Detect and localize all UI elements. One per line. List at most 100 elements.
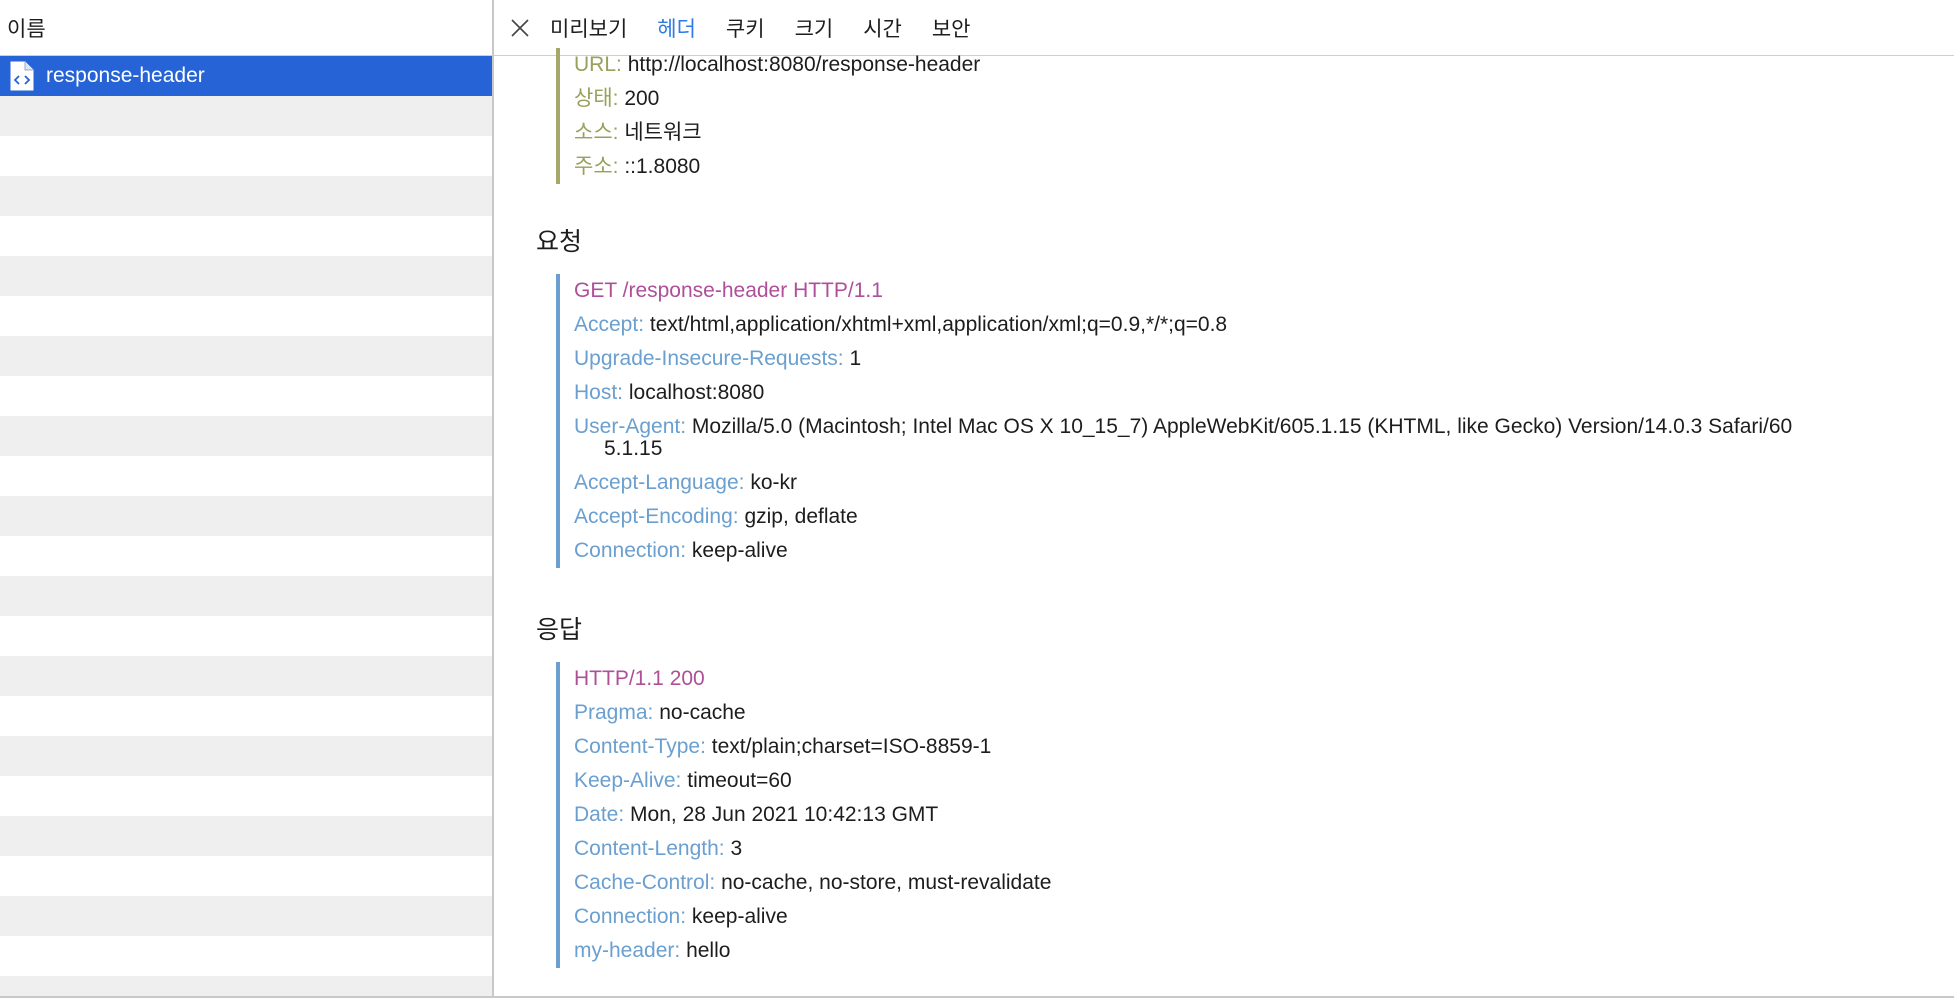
request-item-label: response-header xyxy=(46,64,205,87)
summary-status-row: 상태: 200 xyxy=(574,82,980,116)
header-value: 1 xyxy=(849,347,862,370)
header-value: localhost:8080 xyxy=(628,381,765,404)
header-row: Host: localhost:8080 xyxy=(574,376,1792,410)
tab-timing[interactable]: 시간 xyxy=(863,13,902,43)
response-section-title: 응답 xyxy=(536,616,583,644)
header-key: Keep-Alive: xyxy=(574,769,682,792)
request-detail-pane: 미리보기 헤더 쿠키 크기 시간 보안 URL: http://localhos… xyxy=(494,0,1954,996)
header-key: Date: xyxy=(574,803,625,826)
response-section: HTTP/1.1 200 Pragma: no-cache Content-Ty… xyxy=(556,662,1051,968)
document-code-icon xyxy=(10,61,34,91)
header-key: Host: xyxy=(574,381,624,404)
tab-headers[interactable]: 헤더 xyxy=(657,13,696,43)
summary-key: URL: xyxy=(574,53,622,76)
empty-row xyxy=(0,816,492,856)
summary-value: ::1.8080 xyxy=(624,155,701,178)
empty-row xyxy=(0,96,492,136)
header-key: User-Agent: xyxy=(574,415,687,438)
header-value: text/plain;charset=ISO-8859-1 xyxy=(711,735,992,758)
header-key: Connection: xyxy=(574,905,687,928)
empty-row xyxy=(0,176,492,216)
header-value: no-cache xyxy=(659,701,746,724)
header-value: no-cache, no-store, must-revalidate xyxy=(721,871,1052,894)
header-row: Content-Type: text/plain;charset=ISO-885… xyxy=(574,730,1051,764)
empty-row xyxy=(0,416,492,456)
empty-row xyxy=(0,456,492,496)
header-row: Connection: keep-alive xyxy=(574,534,1792,568)
header-key: Accept-Language: xyxy=(574,471,745,494)
empty-row xyxy=(0,256,492,296)
summary-section: URL: http://localhost:8080/response-head… xyxy=(556,48,980,184)
summary-url-row: URL: http://localhost:8080/response-head… xyxy=(574,48,980,82)
empty-row xyxy=(0,296,492,336)
empty-row xyxy=(0,216,492,256)
request-section-title: 요청 xyxy=(536,228,583,256)
header-row: Date: Mon, 28 Jun 2021 10:42:13 GMT xyxy=(574,798,1051,832)
summary-key: 주소: xyxy=(574,155,619,178)
empty-row xyxy=(0,936,492,976)
empty-row xyxy=(0,616,492,656)
header-value: hello xyxy=(686,939,731,962)
empty-row xyxy=(0,336,492,376)
request-list-pane: 이름 response-header xyxy=(0,0,494,996)
header-value: ko-kr xyxy=(750,471,797,494)
empty-row xyxy=(0,136,492,176)
header-key: Connection: xyxy=(574,539,687,562)
summary-source-row: 소스: 네트워크 xyxy=(574,116,980,150)
empty-row xyxy=(0,976,492,996)
header-row: Pragma: no-cache xyxy=(574,696,1051,730)
header-value: Mozilla/5.0 (Macintosh; Intel Mac OS X 1… xyxy=(691,415,1793,438)
header-row: Accept-Encoding: gzip, deflate xyxy=(574,500,1792,534)
header-row: User-Agent: Mozilla/5.0 (Macintosh; Inte… xyxy=(574,410,1792,444)
empty-row xyxy=(0,576,492,616)
tab-preview[interactable]: 미리보기 xyxy=(550,13,627,43)
tab-sizes[interactable]: 크기 xyxy=(795,13,834,43)
tab-cookies[interactable]: 쿠키 xyxy=(726,13,765,43)
name-column-label: 이름 xyxy=(7,17,46,41)
summary-address-row: 주소: ::1.8080 xyxy=(574,150,980,184)
header-value: gzip, deflate xyxy=(744,505,858,528)
header-value: keep-alive xyxy=(691,539,788,562)
headers-content: URL: http://localhost:8080/response-head… xyxy=(494,48,1954,996)
header-key: Content-Length: xyxy=(574,837,725,860)
empty-row xyxy=(0,536,492,576)
header-value: 3 xyxy=(730,837,743,860)
header-key: Accept-Encoding: xyxy=(574,505,739,528)
empty-row xyxy=(0,376,492,416)
summary-value: 200 xyxy=(624,87,660,110)
header-key: Content-Type: xyxy=(574,735,706,758)
header-key: Pragma: xyxy=(574,701,654,724)
header-row: Connection: keep-alive xyxy=(574,900,1051,934)
header-key: my-header: xyxy=(574,939,681,962)
header-row: Content-Length: 3 xyxy=(574,832,1051,866)
header-value: keep-alive xyxy=(691,905,788,928)
header-row: Upgrade-Insecure-Requests: 1 xyxy=(574,342,1792,376)
tab-security[interactable]: 보안 xyxy=(932,13,971,43)
header-row: Accept-Language: ko-kr xyxy=(574,466,1792,500)
empty-row xyxy=(0,896,492,936)
request-list: response-header xyxy=(0,56,492,996)
empty-row xyxy=(0,496,492,536)
header-row: Keep-Alive: timeout=60 xyxy=(574,764,1051,798)
close-icon[interactable] xyxy=(508,16,532,40)
header-value: text/html,application/xhtml+xml,applicat… xyxy=(649,313,1228,336)
status-line: HTTP/1.1 200 xyxy=(574,667,705,690)
name-column-header[interactable]: 이름 xyxy=(0,0,492,56)
empty-row xyxy=(0,656,492,696)
summary-key: 소스: xyxy=(574,121,619,144)
header-key: Accept: xyxy=(574,313,645,336)
request-item-response-header[interactable]: response-header xyxy=(0,56,492,96)
empty-row xyxy=(0,696,492,736)
header-value: timeout=60 xyxy=(687,769,792,792)
empty-row xyxy=(0,856,492,896)
empty-row xyxy=(0,736,492,776)
header-key: Cache-Control: xyxy=(574,871,716,894)
header-row: Accept: text/html,application/xhtml+xml,… xyxy=(574,308,1792,342)
header-row: my-header: hello xyxy=(574,934,1051,968)
header-value: Mon, 28 Jun 2021 10:42:13 GMT xyxy=(630,803,939,826)
empty-row xyxy=(0,776,492,816)
request-line: GET /response-header HTTP/1.1 xyxy=(574,279,883,302)
summary-value: 네트워크 xyxy=(624,121,702,144)
summary-value: http://localhost:8080/response-header xyxy=(627,53,981,76)
request-section: GET /response-header HTTP/1.1 Accept: te… xyxy=(556,274,1792,568)
